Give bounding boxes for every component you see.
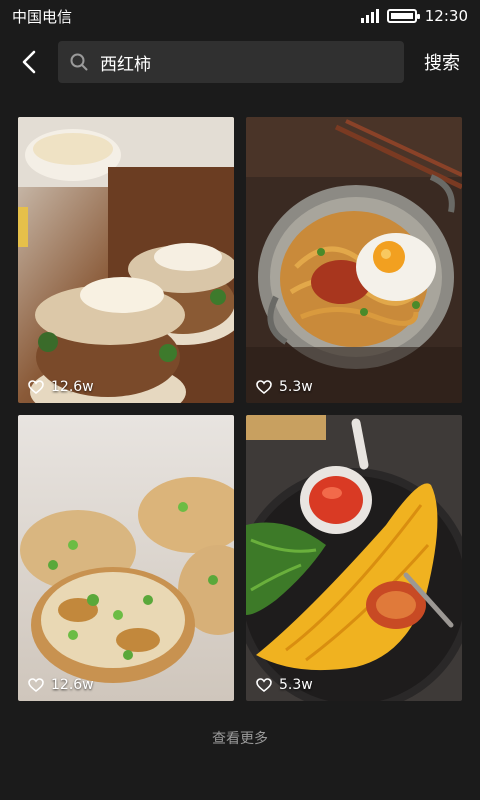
likes-value: 5.3w — [279, 379, 313, 395]
heart-icon — [28, 380, 44, 394]
heart-icon — [256, 678, 272, 692]
heart-icon — [256, 380, 272, 394]
likes-count: 12.6w — [28, 677, 94, 693]
burger-photo — [18, 117, 234, 403]
noodles-photo — [246, 117, 462, 403]
recipe-grid: 12.6w 5.3w 12.6w 5.3w — [18, 117, 462, 701]
potato-cakes-photo — [18, 415, 234, 701]
recipe-card[interactable]: 12.6w — [18, 117, 234, 403]
battery-icon — [386, 9, 420, 23]
status-bar: 中国电信 12:30 — [0, 0, 480, 32]
load-more-link[interactable]: 查看更多 — [0, 728, 480, 748]
status-indicators: 12:30 — [360, 7, 468, 25]
search-box[interactable] — [58, 41, 404, 83]
recipe-card[interactable]: 5.3w — [246, 415, 462, 701]
likes-value: 12.6w — [51, 677, 94, 693]
search-button[interactable]: 搜索 — [404, 49, 480, 75]
carrier-name: 中国电信 — [12, 7, 73, 26]
signal-icon — [360, 9, 379, 23]
recipe-card[interactable]: 5.3w — [246, 117, 462, 403]
heart-icon — [28, 678, 44, 692]
likes-value: 5.3w — [279, 677, 313, 693]
search-input[interactable] — [98, 51, 392, 73]
back-button[interactable] — [0, 38, 58, 86]
chevron-left-icon — [22, 50, 36, 74]
search-header: 搜索 — [0, 38, 480, 86]
likes-count: 5.3w — [256, 677, 313, 693]
clock: 12:30 — [424, 7, 468, 25]
likes-count: 5.3w — [256, 379, 313, 395]
likes-count: 12.6w — [28, 379, 94, 395]
likes-value: 12.6w — [51, 379, 94, 395]
omelette-photo — [246, 415, 462, 701]
recipe-card[interactable]: 12.6w — [18, 415, 234, 701]
search-icon — [70, 53, 88, 71]
